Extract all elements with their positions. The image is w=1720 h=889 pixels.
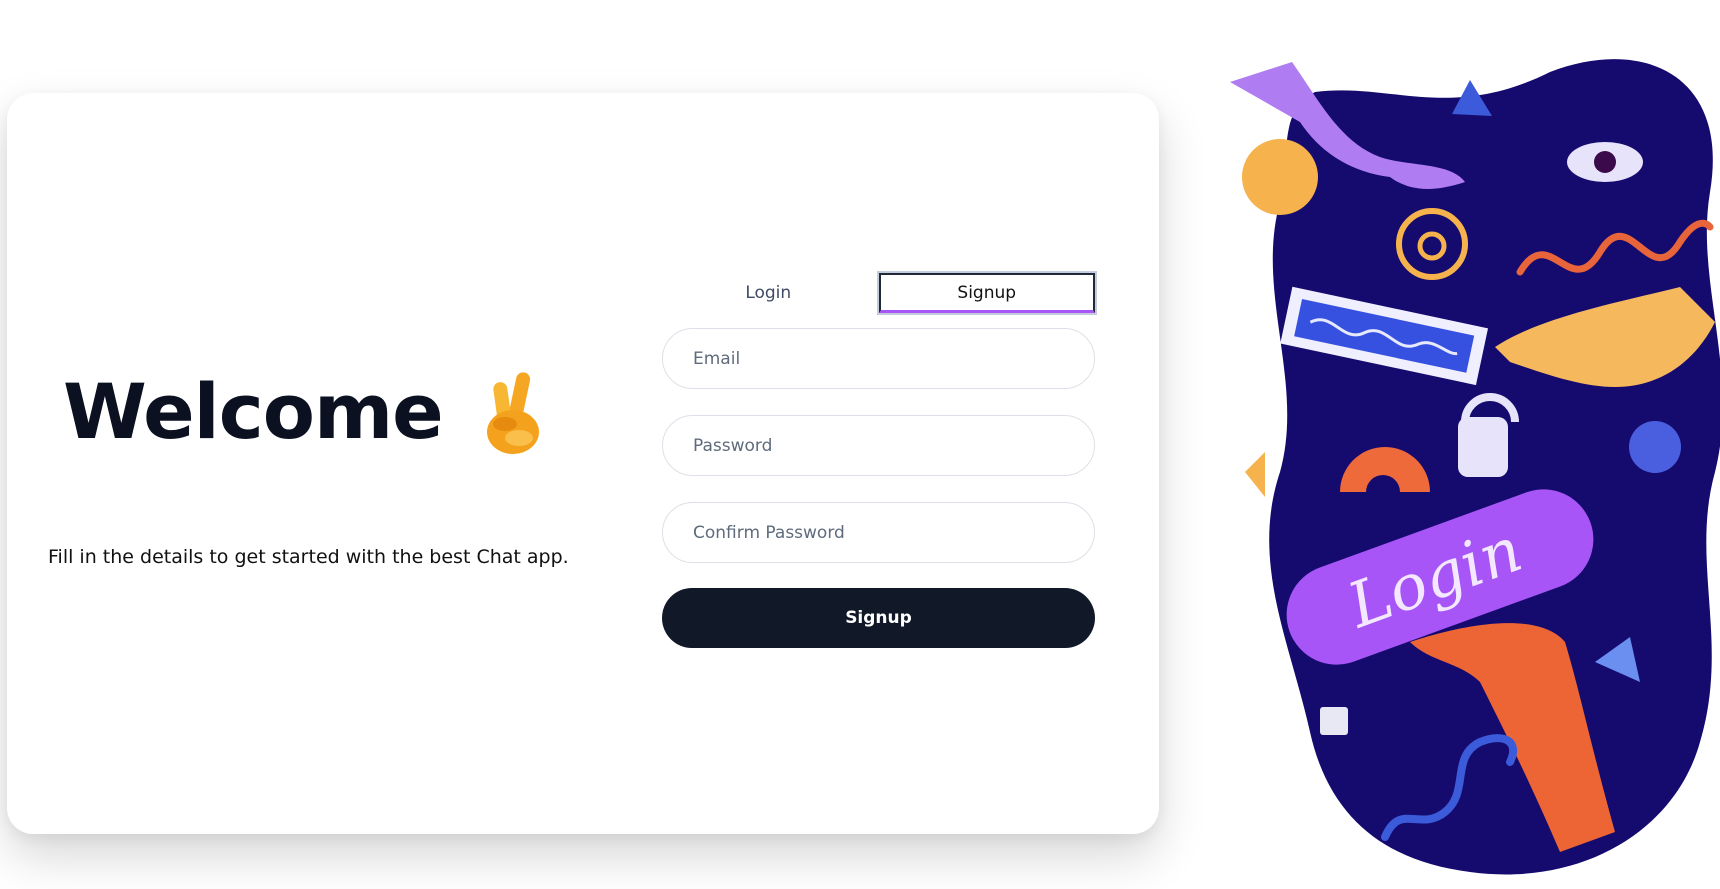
signup-page: Welcome Fill in the details to get start… [0,0,1720,889]
signup-button[interactable]: Signup [662,588,1095,648]
email-field[interactable] [662,328,1095,389]
signup-form: Login Signup Signup [662,271,1097,648]
password-field[interactable] [662,415,1095,476]
auth-card: Welcome Fill in the details to get start… [7,93,1159,834]
tab-login[interactable]: Login [662,273,875,313]
confirm-password-field[interactable] [662,502,1095,563]
welcome-subtitle: Fill in the details to get started with … [48,546,569,568]
auth-tabs: Login Signup [662,271,1097,315]
welcome-title: Welcome [63,367,444,456]
tab-signup[interactable]: Signup [876,271,1097,315]
victory-hand-icon [486,372,539,454]
welcome-heading-row: Welcome [63,368,547,456]
login-illustration: Login [1220,42,1720,880]
login-illustration-art: Login [1230,59,1720,875]
